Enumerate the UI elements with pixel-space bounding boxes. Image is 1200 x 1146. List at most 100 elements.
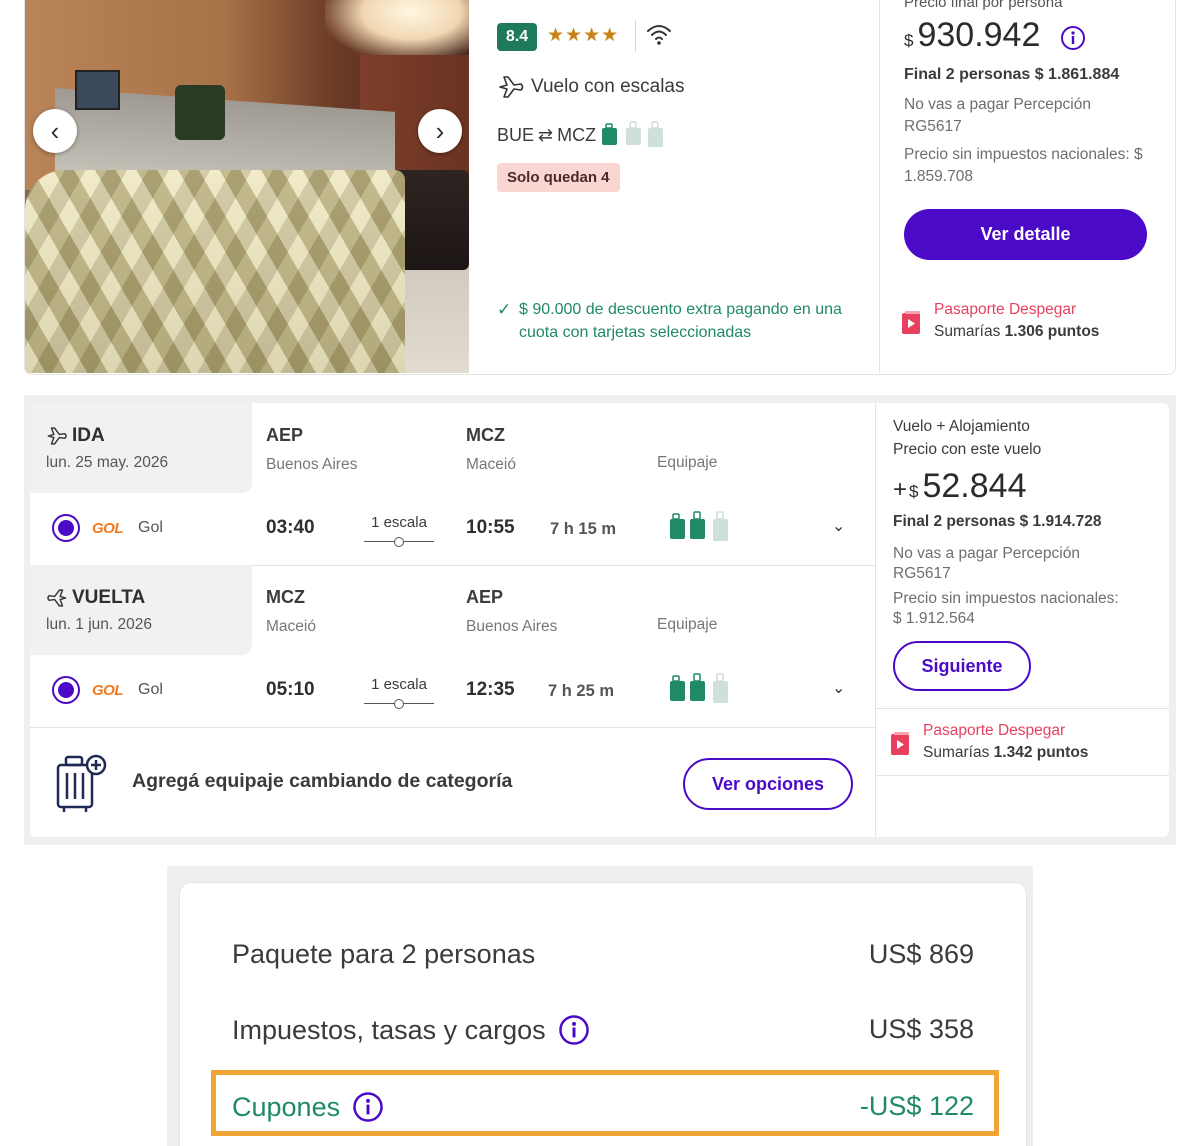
final-total: Final 2 personas $ 1.914.728 (893, 513, 1102, 530)
plane-icon (499, 76, 524, 98)
airline-name: Gol (138, 681, 163, 698)
departure-time: 03:40 (266, 517, 315, 538)
stops-label: 1 escala (371, 514, 427, 531)
availability-chip: Solo quedan 4 (497, 163, 620, 192)
star-rating: ★★★★ (547, 25, 620, 46)
photo-reception-counter (25, 170, 405, 373)
passport-icon (902, 311, 920, 334)
route-origin: BUE (497, 124, 535, 145)
return-origin-code: MCZ (266, 587, 305, 607)
perception-note: No vas a pagar Percepción RG5617 (904, 96, 1091, 135)
photo-monitor (75, 70, 120, 110)
route: BUE ⇄ MCZ (497, 120, 670, 150)
stops-line (364, 698, 434, 709)
divider (876, 708, 1169, 709)
next-photo-button[interactable]: › (418, 109, 462, 153)
currency-symbol: $ (909, 482, 919, 501)
gol-logo: GOL (92, 520, 124, 537)
swap-arrows-icon: ⇄ (538, 124, 554, 145)
route-destination: MCZ (557, 124, 597, 145)
gol-logo: GOL (92, 682, 124, 699)
price-summary-card: Paquete para 2 personas US$ 869 Impuesto… (179, 882, 1027, 1146)
final-total: Final 2 personas $ 1.861.884 (904, 66, 1120, 83)
return-flight-row[interactable]: GOL Gol 05:10 1 escala 12:35 7 h 25 m ⌄ (30, 661, 875, 721)
chevron-left-icon: ‹ (50, 116, 60, 146)
outbound-origin-code: AEP (266, 425, 304, 445)
luggage-icon (670, 511, 728, 541)
photo-plant (175, 85, 225, 140)
package-value: US$ 869 (868, 939, 974, 969)
return-label: VUELTA (72, 587, 146, 608)
price-amount: 930.942 (917, 16, 1041, 54)
wifi-icon (647, 25, 671, 45)
discount-note: ✓ $ 90.000 de descuento extra pagando en… (497, 298, 857, 344)
outbound-destination-city: Maceió (466, 456, 516, 473)
return-radio[interactable] (52, 676, 80, 704)
chevron-down-icon[interactable]: ⌄ (832, 678, 845, 698)
divider (876, 775, 1169, 776)
outbound-header: IDA lun. 25 may. 2026 (30, 403, 252, 493)
outbound-origin-city: Buenos Aires (266, 456, 358, 473)
outbound-title: IDA (46, 425, 105, 447)
outbound-destination-code: MCZ (466, 425, 505, 445)
price-amount: 52.844 (922, 467, 1027, 505)
chevron-right-icon: › (435, 116, 445, 146)
price-label: Precio con este vuelo (893, 441, 1042, 458)
passport-points: Sumarías 1.306 puntos (934, 323, 1099, 341)
luggage-icon (670, 673, 728, 703)
departure-time: 05:10 (266, 679, 315, 700)
baggage-prompt: Agregá equipaje cambiando de categoría (132, 770, 513, 792)
flight-duration: 7 h 15 m (550, 520, 617, 538)
return-origin-city: Maceió (266, 618, 316, 635)
stops-label: 1 escala (371, 676, 427, 693)
price-without-taxes: Precio sin impuestos nacionales: $ 1.859… (904, 146, 1143, 185)
flight-options-card: IDA lun. 25 may. 2026 AEP Buenos Aires M… (30, 403, 1169, 837)
taxes-label: Impuestos, tasas y cargos (232, 1014, 546, 1045)
info-icon[interactable] (558, 1014, 590, 1046)
price-without-taxes: Precio sin impuestos nacionales: $ 1.912… (893, 590, 1119, 627)
return-header: VUELTA lun. 1 jun. 2026 (30, 565, 252, 655)
divider (30, 727, 875, 728)
return-date: lun. 1 jun. 2026 (46, 616, 153, 633)
passport-title[interactable]: Pasaporte Despegar (923, 722, 1065, 740)
plane-icon (47, 589, 67, 607)
discount-text: $ 90.000 de descuento extra pagando en u… (519, 301, 842, 341)
coupons-label: Cupones (232, 1091, 341, 1122)
info-icon[interactable] (352, 1091, 384, 1123)
points-value: 1.306 puntos (1004, 323, 1100, 340)
checkmark-icon: ✓ (497, 300, 512, 319)
return-title: VUELTA (46, 587, 145, 609)
view-detail-button[interactable]: Ver detalle (904, 209, 1147, 260)
passport-icon (891, 732, 909, 755)
info-icon[interactable] (1060, 25, 1086, 51)
price-difference: + $ 52.844 (893, 467, 1026, 506)
package-label: Paquete para 2 personas (232, 939, 536, 969)
photo-light (325, 0, 469, 60)
chevron-down-icon[interactable]: ⌄ (832, 516, 845, 536)
points-value: 1.342 puntos (993, 744, 1089, 761)
outbound-flight-row[interactable]: GOL Gol 03:40 1 escala 10:55 7 h 15 m ⌄ (30, 499, 875, 559)
airline-name: Gol (138, 519, 163, 536)
outbound-radio[interactable] (52, 514, 80, 542)
next-button[interactable]: Siguiente (893, 641, 1031, 691)
view-options-button[interactable]: Ver opciones (683, 758, 853, 810)
baggage-label: Equipaje (657, 454, 718, 471)
passport-title[interactable]: Pasaporte Despegar (934, 301, 1076, 319)
price-label: Precio final por persona (904, 0, 1063, 11)
flight-type: Vuelo con escalas (497, 74, 685, 100)
passport-prefix: Sumarías (923, 744, 990, 761)
taxes-value: US$ 358 (868, 1014, 974, 1044)
hotel-photo[interactable]: ‹ › (25, 0, 469, 373)
package-type: Vuelo + Alojamiento (893, 418, 1030, 435)
previous-photo-button[interactable]: ‹ (33, 109, 77, 153)
flight-duration: 7 h 25 m (548, 682, 615, 700)
divider (635, 20, 636, 52)
stops-line (364, 536, 434, 547)
arrival-time: 12:35 (466, 679, 515, 700)
suitcase-add-icon (56, 754, 107, 812)
perception-note: No vas a pagar Percepción RG5617 (893, 545, 1080, 582)
return-destination-code: AEP (466, 587, 504, 607)
passport-prefix: Sumarías (934, 323, 1001, 340)
price-per-person: $ 930.942 (904, 16, 1040, 55)
hotel-result-card: ‹ › 8.4 ★★★★ Vuelo con escalas BUE ⇄ MCZ… (24, 0, 1176, 375)
